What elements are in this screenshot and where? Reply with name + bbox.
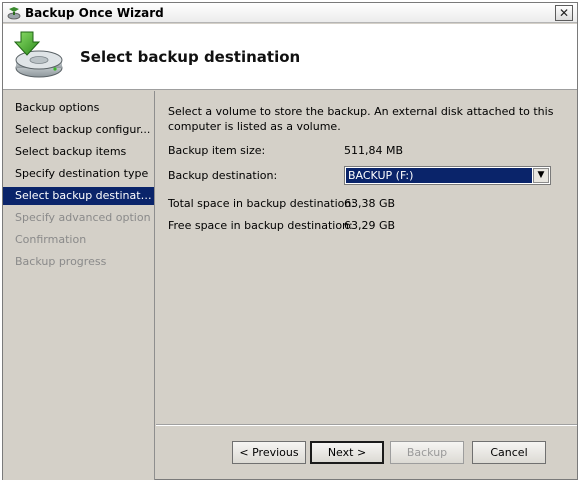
step-confirmation: Confirmation [15,233,87,246]
title-bar[interactable]: Backup Once Wizard ✕ [3,3,577,23]
backup-disk-icon [13,31,63,78]
step-backup-options[interactable]: Backup options [3,99,154,117]
instruction-text: Select a volume to store the backup. An … [168,105,554,133]
wizard-content: Select a volume to store the backup. An … [156,91,577,480]
step-select-backup-items[interactable]: Select backup items [3,143,154,161]
page-title: Select backup destination [80,48,301,66]
total-space-value: 63,38 GB [344,197,396,210]
step-select-backup-destination[interactable]: Select backup destination [3,187,154,205]
step-specify-advanced-option: Specify advanced option [15,211,151,224]
free-space-value: 63,29 GB [344,219,396,232]
free-space-label: Free space in backup destination: [168,219,353,232]
next-button[interactable]: Next > [310,441,384,464]
previous-button[interactable]: < Previous [232,441,306,464]
close-icon: ✕ [558,6,570,20]
item-size-value: 511,84 MB [344,144,404,157]
cancel-button[interactable]: Cancel [472,441,546,464]
destination-selected-value[interactable]: BACKUP (F:) [346,168,532,183]
destination-label: Backup destination: [168,169,278,182]
window-title: Backup Once Wizard [25,6,164,20]
wizard-header: Select backup destination [3,24,577,90]
step-backup-progress: Backup progress [15,255,107,268]
step-select-backup-configuration[interactable]: Select backup configur... [3,121,154,139]
backup-app-icon [7,7,21,20]
step-specify-destination-type[interactable]: Specify destination type [3,165,154,183]
total-space-label: Total space in backup destination: [168,197,356,210]
close-button[interactable]: ✕ [555,5,573,21]
wizard-steps-sidebar: Backup options Select backup configur...… [3,91,155,480]
backup-destination-select[interactable]: BACKUP (F:) ▼ [344,166,551,185]
backup-button: Backup [390,441,464,464]
item-size-label: Backup item size: [168,144,266,157]
wizard-window: Backup Once Wizard ✕ Select backup desti… [2,2,578,480]
button-divider [156,424,577,426]
chevron-down-icon[interactable]: ▼ [533,168,549,183]
